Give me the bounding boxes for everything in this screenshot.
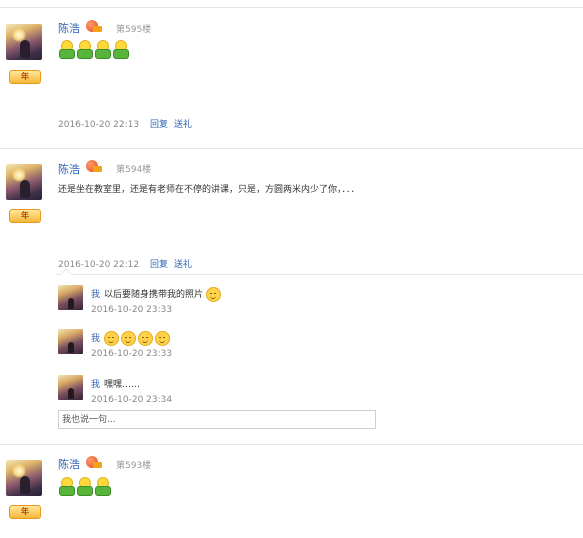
emoji-row xyxy=(58,477,112,496)
member-badge: 年 xyxy=(9,70,41,84)
reply-avatar[interactable] xyxy=(58,285,83,310)
user-avatar[interactable] xyxy=(6,460,42,496)
username-link[interactable]: 陈浩 xyxy=(58,456,80,472)
reply-text: 以后要随身携带我的照片 xyxy=(104,290,204,300)
post-content: 还是坐在教室里，还是有老师在不停的讲课，只是，方圆两米内少了你，．．． xyxy=(58,185,360,195)
post-date: 2016-10-20 22:12 xyxy=(58,260,140,270)
post-date: 2016-10-20 22:13 xyxy=(58,120,140,130)
post-meta: 2016-10-20 22:13 回复 送礼 xyxy=(58,117,192,130)
reply-link[interactable]: 回复 xyxy=(150,260,168,270)
smiley-icon xyxy=(205,287,221,302)
reply-author[interactable]: 我 xyxy=(91,290,100,300)
emoji-icon xyxy=(58,40,75,59)
smiley-icon xyxy=(155,331,171,346)
level-icon xyxy=(86,159,102,173)
gift-link[interactable]: 送礼 xyxy=(174,120,192,130)
floor-number: 第594楼 xyxy=(116,165,152,175)
smiley-icon xyxy=(121,331,137,346)
reply-avatar[interactable] xyxy=(58,375,83,400)
username-link[interactable]: 陈浩 xyxy=(58,20,80,36)
member-badge: 年 xyxy=(9,505,41,519)
member-badge: 年 xyxy=(9,209,41,223)
smiley-icon xyxy=(104,331,120,346)
reply-section: 我以后要随身携带我的照片 2016-10-20 23:33 我 2016-10-… xyxy=(56,268,583,436)
emoji-icon xyxy=(76,477,93,496)
reply-date: 2016-10-20 23:33 xyxy=(91,305,173,315)
reply-text: 嘿嘿…… xyxy=(104,380,141,390)
user-avatar[interactable] xyxy=(6,24,42,60)
username-link[interactable]: 陈浩 xyxy=(58,161,80,177)
user-avatar[interactable] xyxy=(6,164,42,200)
level-icon xyxy=(86,19,102,33)
reply-link[interactable]: 回复 xyxy=(150,120,168,130)
emoji-icon xyxy=(94,40,111,59)
divider xyxy=(0,7,583,8)
reply-author[interactable]: 我 xyxy=(91,334,100,344)
divider xyxy=(0,444,583,445)
emoji-icon xyxy=(94,477,111,496)
gift-link[interactable]: 送礼 xyxy=(174,260,192,270)
reply-input[interactable]: 我也说一句... xyxy=(58,410,376,429)
emoji-row xyxy=(58,40,130,59)
emoji-icon xyxy=(112,40,129,59)
emoji-icon xyxy=(58,477,75,496)
floor-number: 第593楼 xyxy=(116,461,152,471)
post-meta: 2016-10-20 22:12 回复 送礼 xyxy=(58,257,192,270)
reply-avatar[interactable] xyxy=(58,329,83,354)
reply-date: 2016-10-20 23:34 xyxy=(91,395,173,405)
emoji-icon xyxy=(76,40,93,59)
reply-date: 2016-10-20 23:33 xyxy=(91,349,173,359)
floor-number: 第595楼 xyxy=(116,25,152,35)
smiley-icon xyxy=(138,331,154,346)
reply-author[interactable]: 我 xyxy=(91,380,100,390)
divider xyxy=(0,148,583,149)
level-icon xyxy=(86,455,102,469)
